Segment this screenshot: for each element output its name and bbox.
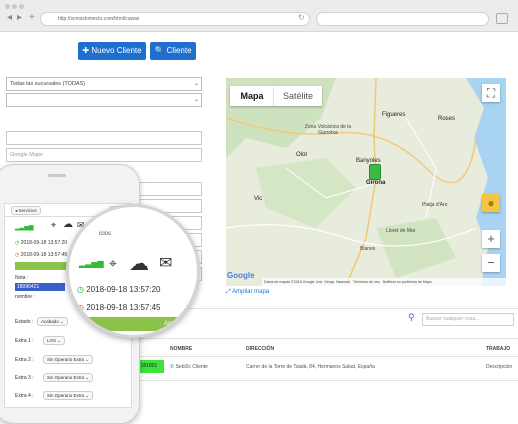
column-header-address[interactable]: DIRECCIÓN [246,346,274,352]
terms-link[interactable]: Términos de uso [353,280,380,284]
map-place-label: Zona Volcànica de la Garrotxa [304,124,352,136]
map-place-label: Olot [296,152,308,158]
chevron-down-icon: ⌄ [85,375,90,380]
branch-select[interactable]: Todas las sucursales (TODAS) ⌄ [6,77,202,91]
chevron-down-icon: ⌄ [57,338,62,343]
phone-icon: ✆ [170,364,175,370]
map-attribution-bar: Datos de mapas ©2018 Google, Inst. Geogr… [262,278,506,286]
google-maps-input[interactable]: Google Maps [6,148,202,162]
fullscreen-icon[interactable]: ⛶ [482,84,500,102]
state-select[interactable]: Acabado ⌄ [37,317,68,326]
magnified-start-button: Arrancar [69,317,197,331]
chevron-down-icon: ⌄ [60,319,64,324]
magnified-check-in: ◷ 2018-09-18 13:57:20 [77,285,161,294]
zoom-out-button[interactable]: − [482,254,500,272]
services-button[interactable]: ◂ Servicios [11,206,41,215]
table-search-input[interactable]: Buscar cualquier cosa... [422,313,514,326]
search-icon: ⚲ [408,312,415,322]
forward-icon[interactable]: ▸ [17,12,22,24]
magnified-tab: icios [99,231,112,237]
table-cell-name[interactable]: ✆ Sebi2c Cliente [170,364,208,370]
magnifier-lens: icios ▂▃▅▆ ⌖ ☁ ✉ ◷ 2018-09-18 13:57:20 ◷… [66,204,200,338]
window-maximize-button[interactable] [19,4,24,9]
chevron-down-icon: ⌄ [85,393,90,398]
zoom-in-button[interactable]: + [482,230,500,248]
phone-speaker [48,174,66,177]
tabs-overview-icon[interactable] [496,13,508,24]
search-client-button[interactable]: 🔍 Cliente [150,42,196,60]
clock-green-icon: ◷ [77,285,84,294]
cloud-download-icon[interactable]: ☁ [63,219,73,230]
cloud-download-icon: ☁ [129,253,149,275]
google-logo: Google [227,271,255,280]
state-label: Estado : [15,319,34,325]
column-header-work[interactable]: TRABAJO [486,346,510,352]
signal-icon: ▂▃▅▆ [15,225,34,231]
expand-map-link[interactable]: ⤢ Ampliar mapa [226,289,269,296]
extra-label: Extra 1 : [15,338,34,344]
code-field[interactable]: 18090421 [15,283,65,291]
clock-red-icon: ◷ [77,303,84,312]
search-icon: 🔍 [154,46,167,55]
chevron-down-icon: ⌄ [85,357,90,362]
chevron-down-icon: ⌄ [193,81,199,87]
chevron-down-icon: ⌄ [193,97,199,103]
extra-label: Extra 4 : [15,393,34,399]
map-place-label: Vic [254,196,263,202]
table-cell-address: Carrer de la Torre de Taialà, 84, Herman… [246,364,375,370]
location-pin-icon: ⌖ [109,255,117,271]
map-place-label: Roses [438,116,456,122]
extra-label: Extra 2 : [15,357,34,363]
map-marker[interactable] [369,164,381,180]
table-cell-work: Descripción [486,364,513,370]
window-close-button[interactable] [5,4,10,9]
column-header-name[interactable]: NOMBRE [170,346,192,352]
map-type-satellite-tab[interactable]: Satélite [274,86,322,106]
extra-select[interactable]: Sin Operario Extra ⌄ [43,355,94,364]
map-place-label: Platja d'Aro [422,202,448,208]
plus-icon: ✚ [82,46,92,55]
filter-input-1[interactable] [6,131,202,145]
clock-red-icon: ◷ [15,252,20,258]
clock-green-icon: ◷ [15,240,20,246]
back-icon[interactable]: ◂ [7,12,12,24]
report-link[interactable]: Notificar un problema de Maps [383,280,432,284]
check-in-row: ◷ 2018-09-18 13:57:20 [15,240,68,246]
map-view[interactable]: Figueres Roses Zona Volcànica de la Garr… [226,78,506,286]
location-pin-icon[interactable]: ⌖ [51,220,56,231]
name-label: nombre : [15,294,35,300]
browser-search-input[interactable] [316,12,489,26]
address-bar[interactable]: http://scmicdomeclo.com/html/cuwax [40,12,310,26]
extra-label: Extra 3 : [15,375,34,381]
map-type-map-tab[interactable]: Mapa [230,86,274,106]
window-minimize-button[interactable] [12,4,17,9]
map-place-label: Blanes [360,246,376,252]
secondary-select[interactable]: ⌄ [6,93,202,107]
new-tab-icon[interactable]: + [29,12,35,24]
signal-icon: ▂▃▅▆ [79,259,104,268]
mail-icon: ✉ [159,255,173,272]
magnified-check-out: ◷ 2018-09-18 13:57:45 [77,303,161,312]
extra-select[interactable]: Sin Operario Extra ⌄ [43,373,94,382]
map-place-label: Girona [366,180,386,186]
extra-select[interactable]: LOS ⌄ [43,336,66,345]
attribution-text: Datos de mapas ©2018 Google, Inst. Geogr… [264,280,350,284]
reload-icon[interactable]: ↻ [298,13,305,22]
map-place-label: Lloret de Mar [386,228,416,234]
check-out-row: ◷ 2018-09-18 13:57:45 [15,252,68,258]
extra-select[interactable]: Sin Operario Extra ⌄ [43,391,94,400]
map-place-label: Figueres [382,112,406,118]
note-label: Nota : [15,275,29,281]
street-view-pegman-icon[interactable]: ● [482,194,500,212]
new-client-button[interactable]: ✚ Nuevo Cliente [78,42,146,60]
